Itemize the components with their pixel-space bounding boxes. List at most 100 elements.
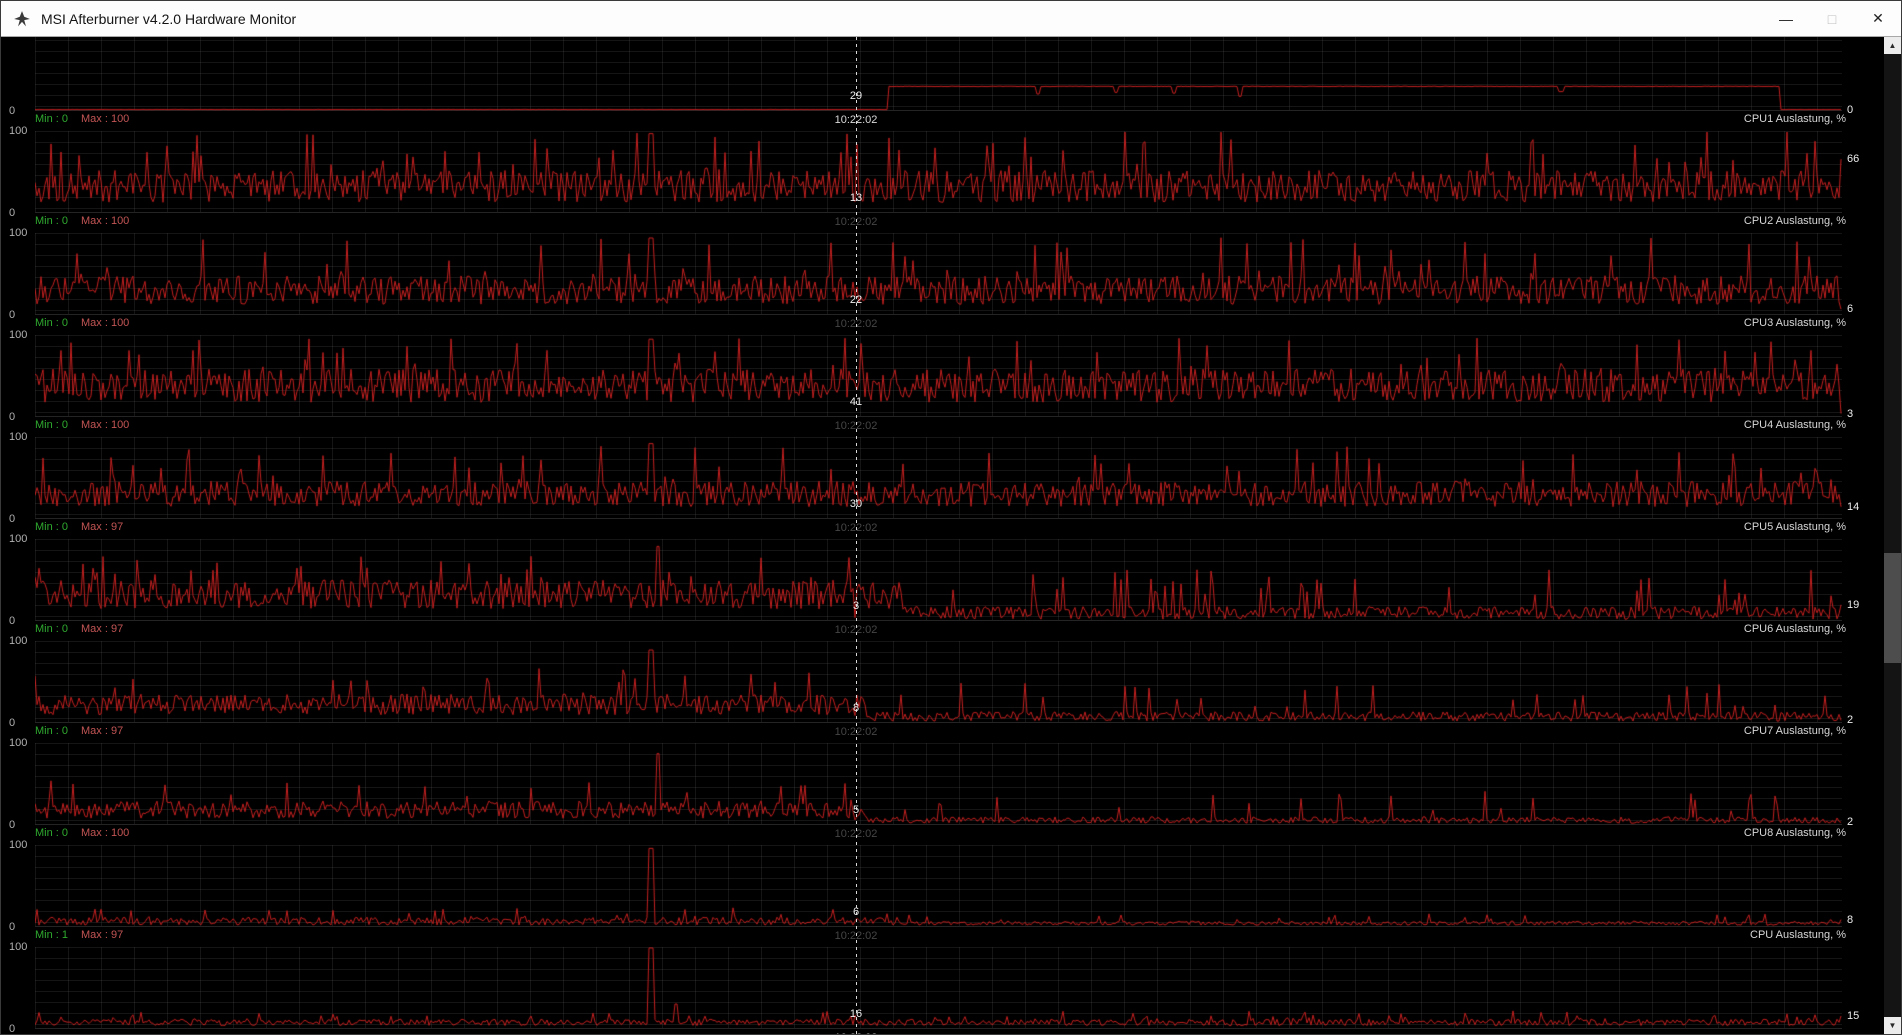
panel-title: CPU2 Auslastung, % [1743,215,1846,227]
panel-footer: Min : 0 Max : 97 CPU7 Auslastung, % [35,725,1846,741]
panel-footer: Min : 0 Max : 97 CPU5 Auslastung, % [35,521,1846,537]
panel-title: CPU3 Auslastung, % [1743,317,1846,329]
y-axis-zero-label: 0 [9,717,16,729]
graph-panel: 100 0 5 10:22:02 2 Min : 0 Max : 100 CPU… [1,737,1884,847]
current-value: 66 [1847,153,1860,166]
cursor-timestamp: 10:22:02 [835,1032,878,1034]
panel-title: CPU6 Auslastung, % [1743,623,1846,635]
graph-plot[interactable] [35,641,1842,723]
close-button[interactable]: ✕ [1855,1,1901,36]
signal-line [35,947,1842,1029]
graph-plot[interactable] [35,947,1842,1029]
max-label: Max : 100 [81,419,130,431]
current-value: 2 [1847,714,1854,727]
vertical-scrollbar[interactable]: ▲ ▼ [1884,37,1901,1034]
maximize-button[interactable]: □ [1809,1,1855,36]
current-value: 8 [1847,913,1854,926]
window-controls: — □ ✕ [1763,1,1901,36]
min-label: Min : 0 [35,317,69,329]
y-axis-zero-label: 0 [9,615,16,627]
min-label: Min : 0 [35,725,69,737]
min-label: Min : 0 [35,215,69,227]
panel-title: CPU4 Auslastung, % [1743,419,1846,431]
signal-line [35,131,1842,213]
scroll-up-button[interactable]: ▲ [1884,37,1901,54]
current-value: 15 [1847,1010,1860,1022]
cursor-value: 5 [852,804,860,816]
graph-panel: 100 0 8 10:22:02 2 Min : 0 Max : 97 CPU7… [1,635,1884,745]
y-axis-max-label: 100 [9,839,28,851]
signal-line [35,233,1842,315]
panel-footer: Min : 0 Max : 100 CPU4 Auslastung, % [35,419,1846,435]
panel-title: CPU1 Auslastung, % [1743,113,1846,125]
scroll-down-button[interactable]: ▼ [1884,1017,1901,1034]
scrollbar-thumb[interactable] [1884,553,1901,663]
min-label: Min : 0 [35,521,69,533]
y-axis-max-label: 100 [9,227,28,239]
graph-panel: 100 0 3 10:22:02 19 Min : 0 Max : 97 CPU… [1,533,1884,643]
cursor-timestamp: 10:22:02 [834,930,878,942]
y-axis-zero-label: 0 [9,411,16,423]
y-axis-zero-label: 0 [9,513,16,525]
min-label: Min : 1 [35,929,69,941]
y-axis-zero-label: 0 [9,309,16,321]
cursor-value: 3 [852,600,860,612]
graph-panel: 100 0 13 10:22:02 66 Min : 0 Max : 100 C… [1,125,1884,235]
panel-footer: Min : 0 Max : 97 CPU6 Auslastung, % [35,623,1846,639]
cursor-timestamp: 10:22:02 [834,420,878,432]
y-axis-max-label: 100 [9,941,28,953]
cursor-value: 8 [852,702,860,714]
window-title: MSI Afterburner v4.2.0 Hardware Monitor [41,10,297,27]
y-axis-zero-label: 0 [9,1023,16,1034]
max-label: Max : 100 [81,113,130,125]
y-axis-max-label: 100 [9,329,28,341]
cursor-timestamp: 10:22:02 [834,522,878,534]
y-axis-max-label: 100 [9,431,28,443]
app-icon [13,10,31,28]
graph-panels: 100 0 29 10:22:02 0 Min : 0 Max : 100 CP… [1,37,1884,1034]
signal-line [35,845,1842,927]
cursor-timestamp: 10:22:02 [834,318,878,330]
graph-plot[interactable] [35,131,1842,213]
panel-footer [35,1031,1842,1034]
signal-line [35,437,1842,519]
graph-plot[interactable] [35,37,1842,111]
y-axis-max-label: 100 [9,737,28,749]
graph-plot[interactable] [35,743,1842,825]
cursor-timestamp: 10:22:02 [834,828,878,840]
graph-panel: 100 0 16 10:22:02 15 [1,941,1884,1034]
max-label: Max : 97 [81,521,124,533]
graph-plot[interactable] [35,335,1842,417]
graph-plot[interactable] [35,233,1842,315]
minimize-button[interactable]: — [1763,1,1809,36]
graph-panel: 100 0 29 10:22:02 0 Min : 0 Max : 100 CP… [1,37,1884,133]
y-axis-zero-label: 0 [9,207,16,219]
min-label: Min : 0 [35,827,69,839]
cursor-line [856,37,857,1034]
signal-line [35,641,1842,723]
current-value: 2 [1847,816,1854,829]
y-axis-zero-label: 0 [9,105,16,117]
panel-footer: Min : 0 Max : 100 CPU1 Auslastung, % [35,113,1846,129]
signal-line [35,37,1842,111]
min-label: Min : 0 [35,623,69,635]
panel-footer: Min : 0 Max : 100 CPU3 Auslastung, % [35,317,1846,333]
graph-panel: 100 0 6 10:22:02 8 Min : 1 Max : 97 CPU … [1,839,1884,949]
graph-plot[interactable] [35,845,1842,927]
cursor-value: 29 [849,90,863,102]
max-label: Max : 97 [81,725,124,737]
max-label: Max : 100 [81,215,130,227]
graph-plot[interactable] [35,539,1842,621]
min-label: Min : 0 [35,419,69,431]
graph-plot[interactable] [35,437,1842,519]
panel-footer: Min : 0 Max : 100 CPU8 Auslastung, % [35,827,1846,843]
app-window: MSI Afterburner v4.2.0 Hardware Monitor … [0,0,1902,1035]
signal-line [35,743,1842,825]
current-value: 3 [1847,407,1854,420]
graph-panel: 100 0 30 10:22:02 14 Min : 0 Max : 97 CP… [1,431,1884,541]
titlebar[interactable]: MSI Afterburner v4.2.0 Hardware Monitor … [1,1,1901,37]
cursor-timestamp: 10:22:02 [834,114,878,126]
cursor-value: 30 [849,498,863,510]
cursor-value: 16 [849,1008,863,1020]
cursor-value: 13 [849,192,863,204]
